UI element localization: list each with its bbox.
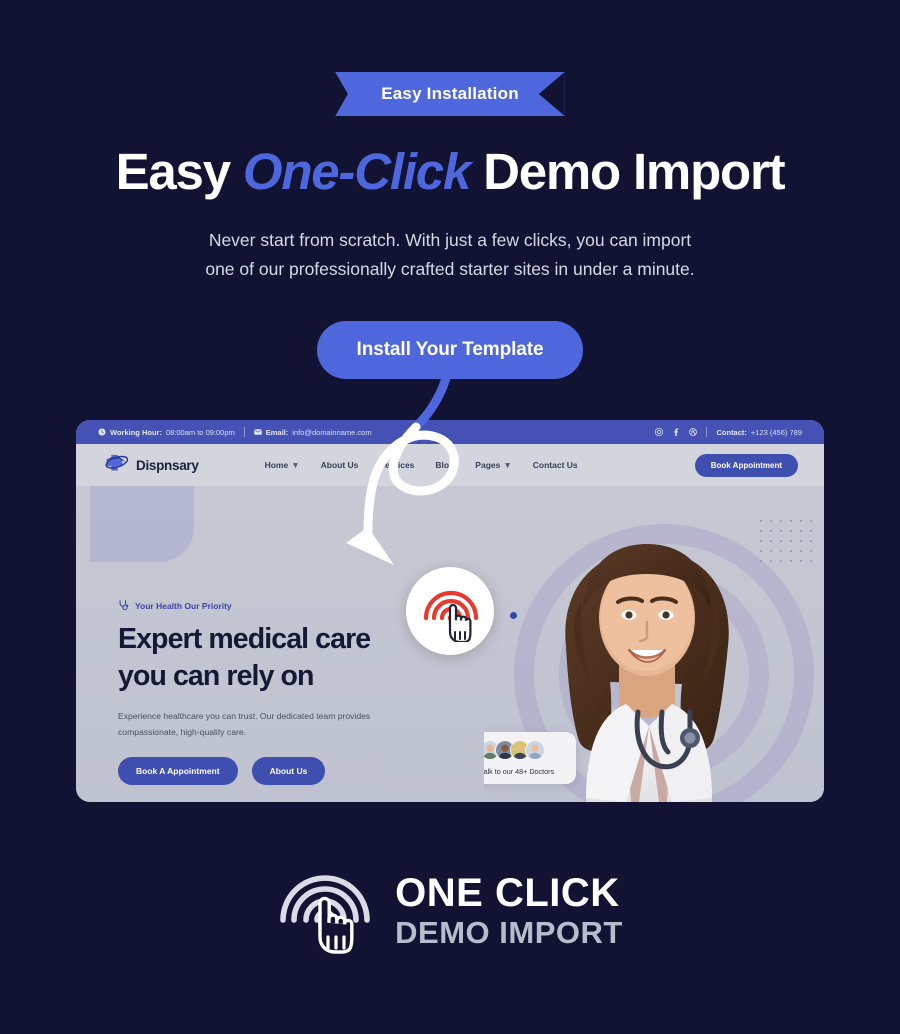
topbar-divider-1 (243, 427, 245, 437)
page-title: Easy One-Click Demo Import (0, 143, 900, 200)
nav-links: Home ▼ About Us Services Blog Pages ▼ Cont… (265, 460, 578, 470)
hero-title-line-1: Expert medical care (118, 623, 371, 655)
nav-label: Contact Us (532, 460, 578, 470)
footer-logo-text: ONE CLICK DEMO IMPORT (395, 873, 623, 948)
one-click-demo-import-logo: ONE CLICK DEMO IMPORT (0, 862, 900, 958)
mockup-topbar: Working Hour: 08:00am to 09:00pm Email: … (76, 420, 824, 444)
hero-eyebrow-text: Your Health Our Priority (135, 600, 232, 611)
avatar (525, 740, 545, 760)
nav-label: Home (264, 460, 289, 470)
hero-paragraph-line-2: compassionate, high-quality care. (118, 726, 247, 737)
nav-label: About Us (320, 460, 359, 470)
brand-name: Dispnsary (136, 457, 199, 473)
nav-item-services[interactable]: Services (379, 460, 414, 470)
easy-installation-ribbon: Easy Installation (335, 72, 565, 116)
topbar-left-group: Working Hour: 08:00am to 09:00pm Email: … (98, 427, 372, 437)
contact-value: +123 (456) 789 (750, 427, 802, 437)
nav-item-blog[interactable]: Blog (435, 460, 454, 470)
decorative-blue-dot (510, 612, 517, 619)
email-item[interactable]: Email: info@domainname.com (254, 428, 372, 437)
headline-part-1: Easy (115, 143, 243, 200)
contact-item[interactable]: Contact: +123 (456) 789 (716, 428, 802, 437)
stethoscope-icon (119, 600, 129, 611)
subtitle-line-2: one of our professionally crafted starte… (205, 259, 695, 280)
contact-label: Contact: (716, 427, 747, 437)
one-click-tap-logo-icon (280, 875, 370, 954)
book-appointment-nav-button[interactable]: Book Appointment (694, 453, 798, 477)
one-click-badge[interactable] (406, 567, 494, 655)
hero-visual: Talk to our 48+ Doctors (484, 486, 824, 802)
chevron-down-icon: ▼ (291, 460, 300, 470)
install-your-template-button[interactable]: Install Your Template (316, 320, 584, 379)
headline-part-2: Demo Import (470, 143, 786, 200)
email-label: Email: (265, 427, 289, 437)
nav-label: Blog (435, 460, 455, 470)
facebook-icon[interactable] (672, 428, 680, 436)
decorative-rounded-shape (90, 486, 194, 562)
page-subtitle: Never start from scratch. With just a fe… (0, 226, 900, 285)
topbar-divider-2 (706, 427, 708, 437)
hero-buttons: Book A Appointment About Us (118, 756, 498, 785)
mockup-navbar: Dispnsary Home ▼ About Us Services Blog P… (76, 444, 824, 486)
working-hours-label: Working Hour: (110, 427, 162, 437)
medical-cross-icon (105, 454, 128, 471)
nav-item-contact-us[interactable]: Contact Us (533, 460, 578, 470)
book-appointment-hero-button[interactable]: Book A Appointment (118, 756, 238, 785)
cta-container: Install Your Template (0, 320, 900, 379)
working-hours-item: Working Hour: 08:00am to 09:00pm (98, 428, 235, 437)
clock-icon (98, 428, 106, 436)
nav-item-home[interactable]: Home ▼ (265, 460, 300, 470)
nav-item-pages[interactable]: Pages ▼ (475, 460, 511, 470)
hero-title-line-2: you can rely on (118, 660, 314, 693)
about-us-hero-button[interactable]: About Us (251, 756, 326, 785)
headline-accent: One-Click (242, 143, 471, 200)
mail-icon (254, 429, 262, 435)
site-logo[interactable]: Dispnsary (102, 453, 199, 477)
hero-paragraph: Experience healthcare you can trust. Our… (118, 709, 448, 741)
chevron-down-icon: ▼ (503, 460, 512, 470)
footer-logo-line-1: ONE CLICK (395, 870, 620, 915)
topbar-right-group: Contact: +123 (456) 789 (655, 427, 802, 437)
instagram-icon[interactable] (655, 428, 664, 436)
nav-item-about-us[interactable]: About Us (321, 460, 359, 470)
working-hours-value: 08:00am to 09:00pm (165, 427, 235, 437)
dribbble-icon[interactable] (689, 428, 698, 436)
subtitle-line-1: Never start from scratch. With just a fe… (208, 230, 692, 251)
ribbon-container: Easy Installation (0, 0, 900, 116)
email-value: info@domainname.com (292, 427, 372, 437)
footer-logo-line-2: DEMO IMPORT (395, 914, 623, 950)
hero-paragraph-line-1: Experience healthcare you can trust. Our… (118, 711, 371, 722)
one-click-tap-icon (423, 590, 479, 642)
nav-label: Pages (475, 460, 501, 470)
nav-label: Services (379, 460, 415, 470)
